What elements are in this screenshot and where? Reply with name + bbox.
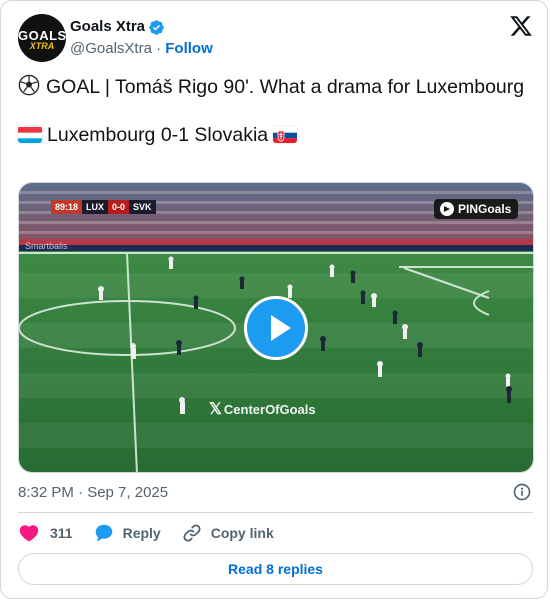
video-media[interactable]: Smartbalis 89:18 LUX 0-0 SVK PINGoals 𝕏 … xyxy=(18,182,534,473)
ad-board-text: Smartbalis xyxy=(25,241,68,251)
play-button[interactable] xyxy=(244,296,308,360)
score-away: SVK xyxy=(129,200,156,214)
timestamp[interactable]: 8:32 PM · Sep 7, 2025 xyxy=(18,483,168,503)
reply-bubble-icon xyxy=(95,524,112,542)
score-home: LUX xyxy=(82,200,109,214)
scoreboard: 89:18 LUX 0-0 SVK xyxy=(51,200,156,214)
handle-row: @GoalsXtra · Follow xyxy=(70,39,213,59)
avatar-text-bottom: XTRA xyxy=(29,41,55,51)
watermark-text: CenterOfGoals xyxy=(223,401,316,417)
tweet-line-1-text: GOAL | Tomáš Rigo 90'. What a drama for … xyxy=(46,76,525,98)
reply-label: Reply xyxy=(122,525,161,541)
tweet-line-1: GOAL | Tomáš Rigo 90'. What a drama for … xyxy=(18,74,533,99)
pingoals-badge: PINGoals xyxy=(434,199,519,219)
reply-button[interactable]: Reply xyxy=(93,522,161,544)
avatar[interactable]: GOALS XTRA xyxy=(18,14,66,62)
verified-badge-icon xyxy=(149,19,164,35)
separator-dot: · xyxy=(156,40,162,57)
info-icon[interactable] xyxy=(512,482,532,502)
link-icon xyxy=(183,524,201,542)
follow-button[interactable]: Follow xyxy=(165,40,213,57)
score-result: 0-0 xyxy=(108,200,130,214)
tweet-card: GOALS XTRA Goals Xtra @GoalsXtra · Follo… xyxy=(0,0,548,599)
soccer-ball-icon xyxy=(18,74,40,96)
copy-link-label: Copy link xyxy=(210,525,274,541)
watermark: 𝕏 CenterOfGoals xyxy=(209,399,316,419)
like-count: 311 xyxy=(50,525,73,541)
watermark-x-icon: 𝕏 xyxy=(209,401,222,418)
divider xyxy=(18,512,533,513)
action-bar: 311 Reply Copy link xyxy=(18,521,294,545)
score-clock: 89:18 xyxy=(51,200,83,214)
heart-icon xyxy=(19,525,39,542)
luxembourg-flag-icon xyxy=(18,126,42,143)
author-name-row[interactable]: Goals Xtra xyxy=(70,17,165,37)
slovakia-flag-icon xyxy=(273,126,298,143)
author-name[interactable]: Goals Xtra xyxy=(70,17,145,37)
tweet-line-2-text: Luxembourg 0-1 Slovakia xyxy=(47,124,269,146)
tweet-text: GOAL | Tomáš Rigo 90'. What a drama for … xyxy=(18,74,533,147)
x-logo-icon[interactable] xyxy=(509,14,533,38)
author-handle[interactable]: @GoalsXtra xyxy=(70,40,152,57)
tweet-line-2: Luxembourg 0-1 Slovakia xyxy=(18,123,533,147)
like-button[interactable]: 311 xyxy=(18,522,73,544)
copy-link-button[interactable]: Copy link xyxy=(181,522,274,544)
read-replies-button[interactable]: Read 8 replies xyxy=(18,553,533,585)
